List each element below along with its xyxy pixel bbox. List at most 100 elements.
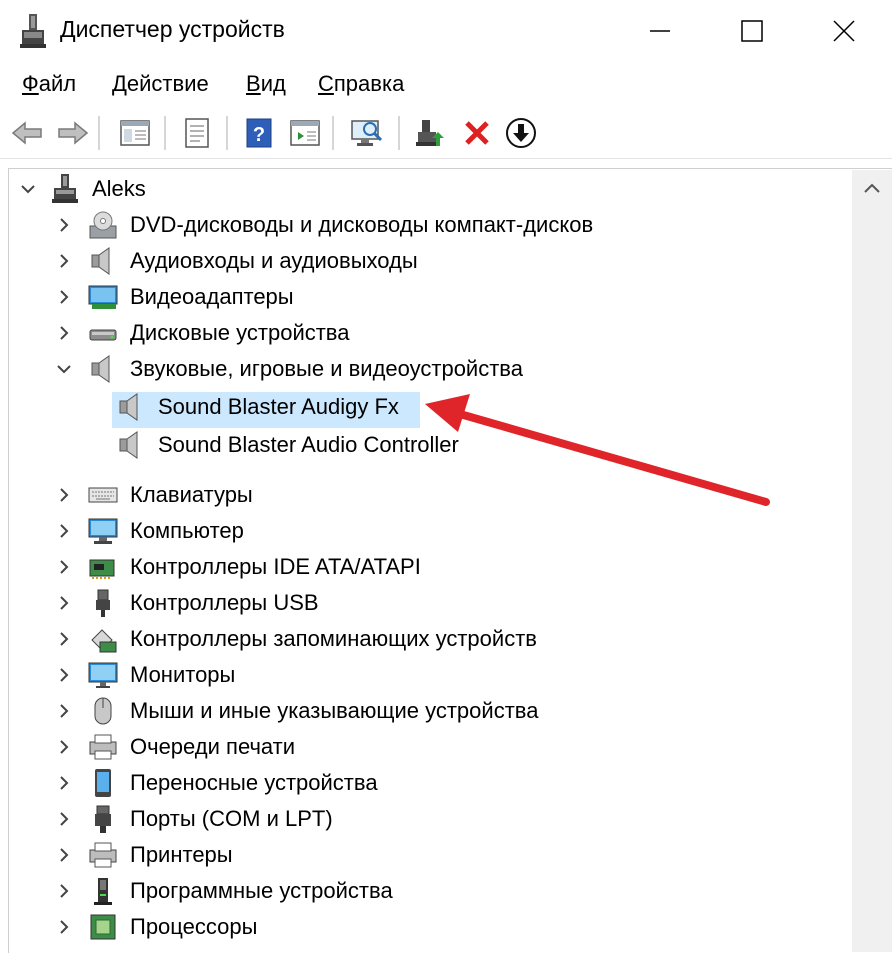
- chevron-right-icon[interactable]: [56, 847, 72, 863]
- computer-icon: [88, 518, 118, 544]
- chevron-right-icon[interactable]: [56, 631, 72, 647]
- view-panel-button[interactable]: [288, 116, 322, 150]
- tree-category-label: Процессоры: [130, 914, 258, 939]
- speaker-icon: [91, 355, 110, 383]
- tree-category[interactable]: Компьютер: [0, 514, 700, 548]
- properties-button[interactable]: [118, 116, 152, 150]
- update-driver-button[interactable]: [414, 116, 448, 150]
- tree-device-label: Sound Blaster Audigy Fx: [158, 394, 399, 419]
- menu-view[interactable]: Вид: [246, 71, 286, 97]
- chevron-right-icon[interactable]: [56, 523, 72, 539]
- toolbar-separator: [226, 116, 229, 150]
- minimize-button[interactable]: [630, 10, 690, 52]
- tree-category[interactable]: Принтеры: [0, 838, 700, 872]
- print-queue-icon: [89, 734, 117, 760]
- tree-category-label: DVD-дисководы и дисководы компакт-дисков: [130, 212, 594, 237]
- help-icon: ?: [246, 118, 272, 148]
- software-device-icon: [94, 878, 112, 905]
- tree-category-label: Принтеры: [130, 842, 233, 867]
- toolbar-separator: [98, 116, 101, 150]
- tree-category[interactable]: DVD-дисководы и дисководы компакт-дисков: [0, 208, 700, 242]
- tree-root[interactable]: Aleks: [16, 172, 316, 206]
- tree-device-selected[interactable]: Sound Blaster Audigy Fx: [0, 390, 700, 424]
- scroll-up-button[interactable]: [852, 170, 892, 206]
- tree-category[interactable]: Мыши и иные указывающие устройства: [0, 694, 700, 728]
- display-adapter-icon: [88, 285, 118, 309]
- printer-icon: [89, 842, 117, 868]
- properties-panel-icon: [120, 120, 150, 146]
- maximize-button[interactable]: [722, 10, 782, 52]
- back-button[interactable]: [10, 116, 44, 150]
- scan-hardware-button[interactable]: [350, 116, 384, 150]
- chevron-down-icon[interactable]: [56, 361, 72, 377]
- toolbar-separator: [164, 116, 167, 150]
- tree-category[interactable]: Мониторы: [0, 658, 700, 692]
- svg-text:?: ?: [253, 124, 265, 146]
- speaker-icon: [91, 247, 110, 275]
- chevron-right-icon[interactable]: [56, 775, 72, 791]
- toolbar: ?: [0, 106, 892, 159]
- chevron-right-icon[interactable]: [56, 919, 72, 935]
- tree-category[interactable]: Контроллеры запоминающих устройств: [0, 622, 700, 656]
- tree-category[interactable]: Видеоадаптеры: [0, 280, 700, 314]
- tree-category[interactable]: Аудиовходы и аудиовыходы: [0, 244, 700, 278]
- chevron-right-icon[interactable]: [56, 595, 72, 611]
- help-button[interactable]: ?: [242, 116, 276, 150]
- tree-category[interactable]: Программные устройства: [0, 874, 700, 908]
- tree-category-label: Очереди печати: [130, 734, 296, 759]
- device-manager-icon: [20, 14, 46, 48]
- tree-category[interactable]: Звуковые, игровые и видеоустройства: [0, 352, 700, 386]
- tree-category[interactable]: Очереди печати: [0, 730, 700, 764]
- tree-category[interactable]: Дисковые устройства: [0, 316, 700, 350]
- uninstall-button[interactable]: [460, 116, 494, 150]
- chevron-right-icon[interactable]: [56, 253, 72, 269]
- tree-category-label: Видеоадаптеры: [130, 284, 294, 309]
- tree-category-label: Контроллеры запоминающих устройств: [130, 626, 537, 651]
- tree-category[interactable]: Клавиатуры: [0, 478, 700, 512]
- download-button[interactable]: [504, 116, 538, 150]
- tree-category[interactable]: Процессоры: [0, 910, 700, 944]
- usb-icon: [96, 589, 110, 617]
- tree-category[interactable]: Переносные устройства: [0, 766, 700, 800]
- tree-category-label: Дисковые устройства: [130, 320, 350, 345]
- tree-category-label: Мониторы: [130, 662, 236, 687]
- tree-category[interactable]: Порты (COM и LPT): [0, 802, 700, 836]
- chevron-right-icon[interactable]: [56, 703, 72, 719]
- tree-category-label: Компьютер: [130, 518, 244, 543]
- port-icon: [95, 805, 111, 833]
- tree-device[interactable]: Sound Blaster Audio Controller: [0, 428, 700, 462]
- maximize-icon: [741, 20, 763, 42]
- tree-category-label: Клавиатуры: [130, 482, 253, 507]
- menu-file[interactable]: Файл: [22, 71, 76, 97]
- menu-action[interactable]: Действие: [112, 71, 209, 97]
- back-arrow-icon: [11, 121, 42, 145]
- chevron-right-icon[interactable]: [56, 487, 72, 503]
- chevron-right-icon[interactable]: [56, 811, 72, 827]
- vertical-scrollbar[interactable]: [852, 170, 892, 952]
- chevron-right-icon[interactable]: [56, 739, 72, 755]
- toolbar-separator: [398, 116, 401, 150]
- tree-category-label: Контроллеры IDE ATA/ATAPI: [130, 554, 421, 579]
- tree-category-label: Переносные устройства: [130, 770, 378, 795]
- close-icon: [833, 20, 855, 42]
- minimize-icon: [650, 30, 670, 32]
- menu-help[interactable]: Справка: [318, 71, 404, 97]
- chevron-down-icon[interactable]: [20, 181, 36, 197]
- disk-drive-icon: [89, 329, 117, 341]
- chevron-right-icon[interactable]: [56, 883, 72, 899]
- chevron-right-icon[interactable]: [56, 325, 72, 341]
- tree-root-label: Aleks: [92, 176, 146, 201]
- processor-icon: [90, 914, 116, 940]
- forward-button[interactable]: [56, 116, 90, 150]
- title-bar: Диспетчер устройств: [0, 0, 892, 62]
- tree-category[interactable]: Контроллеры IDE ATA/ATAPI: [0, 550, 700, 584]
- chevron-right-icon[interactable]: [56, 667, 72, 683]
- chevron-right-icon[interactable]: [56, 559, 72, 575]
- driver-doc-button[interactable]: [180, 116, 214, 150]
- chevron-right-icon[interactable]: [56, 289, 72, 305]
- download-icon: [506, 118, 536, 148]
- chevron-right-icon[interactable]: [56, 217, 72, 233]
- close-button[interactable]: [814, 10, 874, 52]
- chevron-up-icon: [864, 183, 880, 193]
- tree-category[interactable]: Контроллеры USB: [0, 586, 700, 620]
